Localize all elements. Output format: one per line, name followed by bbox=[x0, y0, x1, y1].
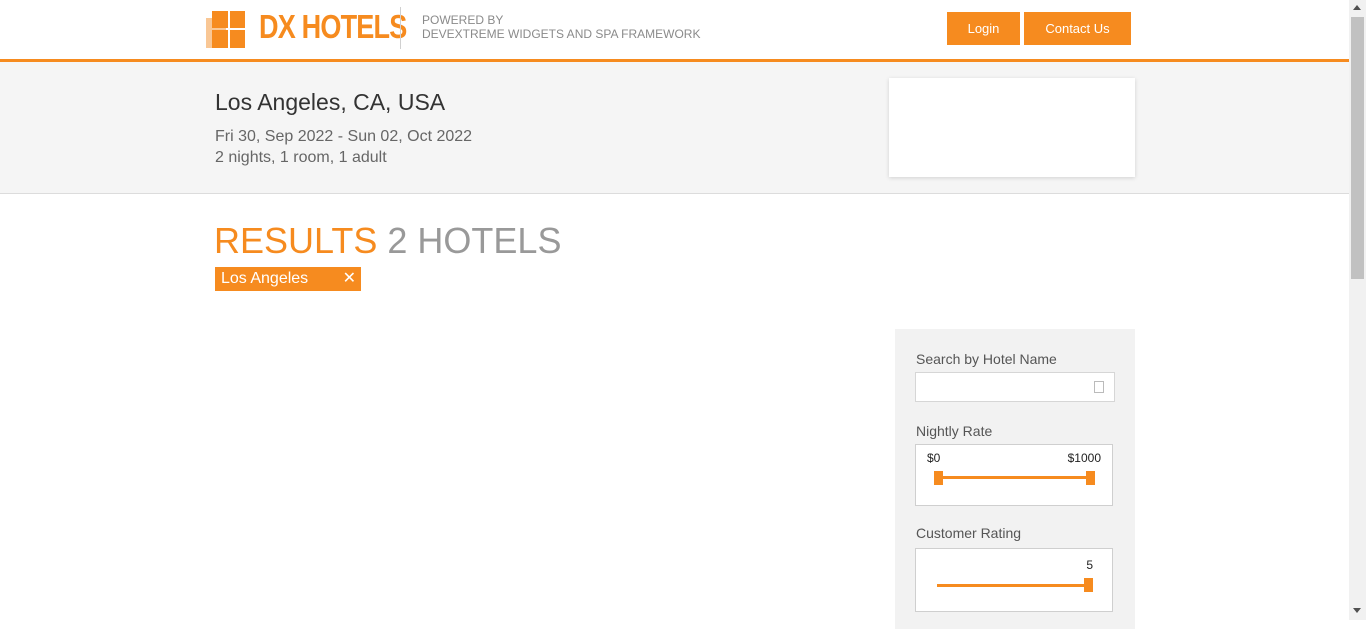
stay-details: 2 nights, 1 room, 1 adult bbox=[215, 149, 387, 166]
contact-us-button[interactable]: Contact Us bbox=[1024, 12, 1131, 45]
search-icon bbox=[1094, 381, 1104, 393]
rate-min-handle[interactable] bbox=[934, 471, 943, 485]
rate-max-handle[interactable] bbox=[1086, 471, 1095, 485]
summary-card bbox=[889, 78, 1135, 177]
results-count: 2 HOTELS bbox=[387, 220, 562, 261]
destination-city: Los Angeles, CA, USA bbox=[215, 89, 446, 115]
stay-dates: Fri 30, Sep 2022 - Sun 02, Oct 2022 bbox=[215, 128, 473, 145]
rating-handle[interactable] bbox=[1084, 578, 1093, 592]
nightly-rate-slider[interactable]: $0 $1000 bbox=[915, 444, 1113, 506]
hotel-name-search-input[interactable] bbox=[915, 372, 1115, 402]
results-heading: RESULTS 2 HOTELS bbox=[214, 220, 561, 262]
logo-icon bbox=[206, 11, 245, 48]
nightly-rate-label: Nightly Rate bbox=[916, 423, 993, 439]
rating-value-label: 5 bbox=[1086, 558, 1093, 572]
scrollbar-thumb[interactable] bbox=[1351, 17, 1364, 279]
customer-rating-slider[interactable]: 5 bbox=[915, 548, 1113, 612]
location-tag-label: Los Angeles bbox=[221, 270, 309, 287]
rate-slider-track bbox=[938, 476, 1090, 479]
scroll-up-icon[interactable] bbox=[1353, 5, 1361, 10]
results-word: RESULTS bbox=[214, 220, 378, 261]
close-icon[interactable]: ✕ bbox=[343, 267, 356, 291]
top-header: DX HOTELS POWERED BY DEVEXTREME WIDGETS … bbox=[0, 0, 1349, 62]
rate-max-label: $1000 bbox=[1067, 451, 1101, 465]
location-filter-tag: Los Angeles ✕ bbox=[215, 267, 361, 291]
search-summary-panel: Los Angeles, CA, USA Fri 30, Sep 2022 - … bbox=[0, 62, 1349, 194]
powered-by-line1: POWERED BY bbox=[422, 13, 504, 27]
powered-by-text: POWERED BY DEVEXTREME WIDGETS AND SPA FR… bbox=[422, 13, 700, 41]
powered-by-line2: DEVEXTREME WIDGETS AND SPA FRAMEWORK bbox=[422, 27, 701, 41]
page-scrollbar[interactable] bbox=[1349, 0, 1366, 620]
rating-slider-track bbox=[937, 584, 1089, 587]
hotel-name-search-label: Search by Hotel Name bbox=[916, 351, 1057, 367]
rate-min-label: $0 bbox=[927, 451, 941, 465]
header-divider bbox=[400, 7, 401, 49]
customer-rating-label: Customer Rating bbox=[916, 525, 1022, 541]
scroll-down-icon[interactable] bbox=[1353, 608, 1361, 613]
login-button[interactable]: Login bbox=[947, 12, 1020, 45]
filters-panel: Search by Hotel Name Nightly Rate $0 $10… bbox=[895, 329, 1135, 629]
brand-logo-text[interactable]: DX HOTELS bbox=[259, 8, 407, 46]
